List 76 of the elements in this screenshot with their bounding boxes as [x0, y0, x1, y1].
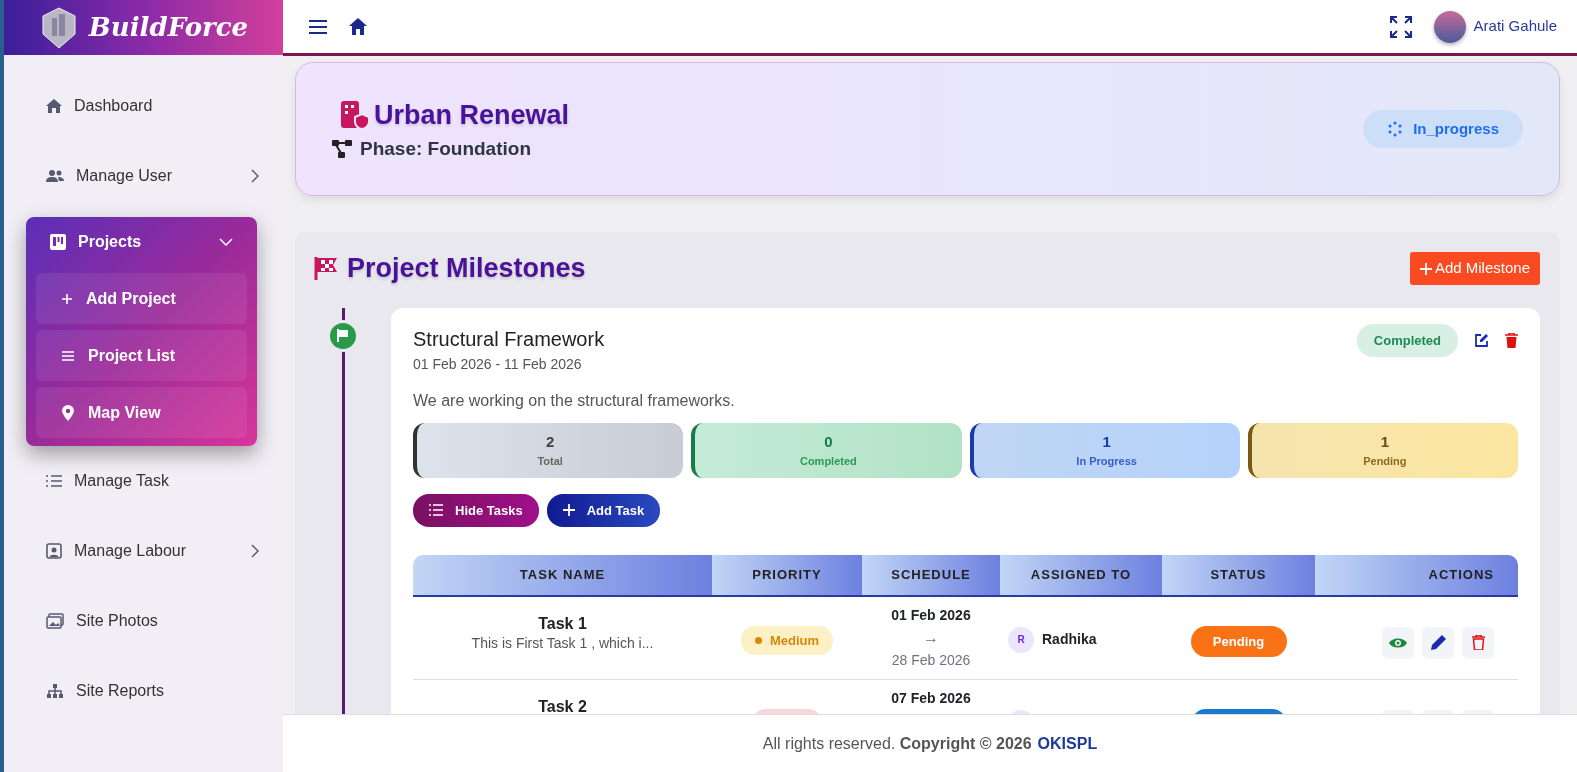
stat-label: Pending — [1363, 454, 1407, 469]
submenu-item[interactable]: Add Project — [36, 273, 247, 324]
submenu-item[interactable]: Map View — [36, 387, 247, 438]
column-header: SCHEDULE — [862, 555, 1000, 595]
flag-icon — [337, 329, 349, 342]
stat-value: 0 — [824, 431, 833, 452]
project-phase: Phase: Foundation — [360, 137, 531, 161]
end-date: 28 Feb 2026 — [890, 650, 972, 670]
task-name: Task 2 — [537, 697, 588, 714]
checkered-flag-icon — [313, 255, 339, 282]
stat-label: Total — [537, 454, 563, 469]
hierarchy-icon — [332, 139, 352, 160]
brand-name: BuildForce — [88, 11, 249, 44]
submenu-item[interactable]: Project List — [36, 330, 247, 381]
home-icon[interactable] — [349, 18, 367, 35]
kanban-icon — [50, 234, 66, 250]
project-status-badge: In_progress — [1363, 109, 1523, 149]
trash-icon[interactable] — [1505, 332, 1518, 348]
users-icon — [46, 169, 64, 183]
list-icon — [46, 474, 62, 488]
milestone-title: Structural Framework — [413, 326, 605, 352]
column-header: TASK NAME — [413, 555, 712, 595]
column-header: ASSIGNED TO — [1000, 555, 1162, 595]
pencil-icon — [1430, 635, 1446, 650]
start-date: 07 Feb 2026 — [890, 688, 972, 708]
fullscreen-icon[interactable] — [1389, 15, 1412, 38]
column-header: ACTIONS — [1315, 555, 1518, 595]
date-arrow: → — [922, 627, 940, 648]
milestone-dates: 01 Feb 2026 - 11 Feb 2026 — [413, 354, 583, 374]
id-card-icon — [46, 543, 62, 559]
edit-icon[interactable] — [1474, 332, 1489, 348]
start-date: 01 Feb 2026 — [890, 605, 972, 625]
milestone-description: We are working on the structural frameworks. — [413, 390, 736, 411]
assignee-avatar: R — [1008, 626, 1034, 653]
add-task-button[interactable]: Add Task — [546, 493, 661, 527]
plus-icon — [62, 293, 72, 304]
milestone-status-badge: Completed — [1356, 323, 1458, 357]
copyright-text: All rights reserved. Copyright © 2026 — [762, 733, 1032, 754]
project-title: Urban Renewal — [374, 98, 570, 132]
images-icon — [46, 613, 64, 629]
sidebar-item[interactable]: Site Reports — [4, 656, 283, 726]
sidebar-item[interactable]: Site Photos — [4, 586, 283, 656]
assignee-name: Radhika — [1042, 630, 1097, 649]
menu-icon[interactable] — [309, 18, 327, 35]
list-icon — [429, 504, 443, 517]
sitemap-icon — [46, 683, 64, 699]
sidebar-item[interactable]: Projects — [26, 217, 257, 267]
stat-value: 1 — [1380, 431, 1390, 452]
eye-icon — [1389, 636, 1407, 649]
trash-icon — [1471, 635, 1485, 650]
priority-badge: Medium — [740, 625, 834, 655]
stat-value: 1 — [1102, 431, 1111, 452]
stat-label: In Progress — [1076, 454, 1137, 469]
stat-value: 2 — [545, 431, 555, 452]
sidebar-item[interactable]: Manage User — [4, 141, 283, 211]
stat-label: Completed — [799, 454, 857, 469]
section-title: Project Milestones — [347, 252, 586, 285]
task-description: This is First Task 1 , which i... — [470, 633, 655, 653]
sidebar-item[interactable]: Manage Labour — [4, 516, 283, 586]
spinner-icon — [1387, 121, 1404, 137]
home-icon — [46, 98, 62, 114]
column-header: STATUS — [1162, 555, 1315, 595]
column-header: PRIORITY — [712, 555, 862, 595]
map-pin-icon — [62, 404, 74, 421]
user-avatar[interactable] — [1433, 10, 1466, 43]
company-link[interactable]: OKISPL — [1037, 731, 1098, 756]
sidebar-item[interactable]: Manage Task — [4, 446, 283, 516]
task-name: Task 1 — [537, 614, 588, 633]
sidebar-item[interactable]: Dashboard — [4, 71, 283, 141]
user-name[interactable]: Arati Gahule — [1473, 15, 1557, 38]
building-shield-icon — [340, 99, 370, 130]
hide-tasks-button[interactable]: Hide Tasks — [413, 493, 539, 527]
plus-icon — [1419, 263, 1432, 276]
status-badge: Pending — [1190, 625, 1287, 657]
plus-icon — [562, 504, 575, 517]
list-icon — [62, 350, 74, 361]
